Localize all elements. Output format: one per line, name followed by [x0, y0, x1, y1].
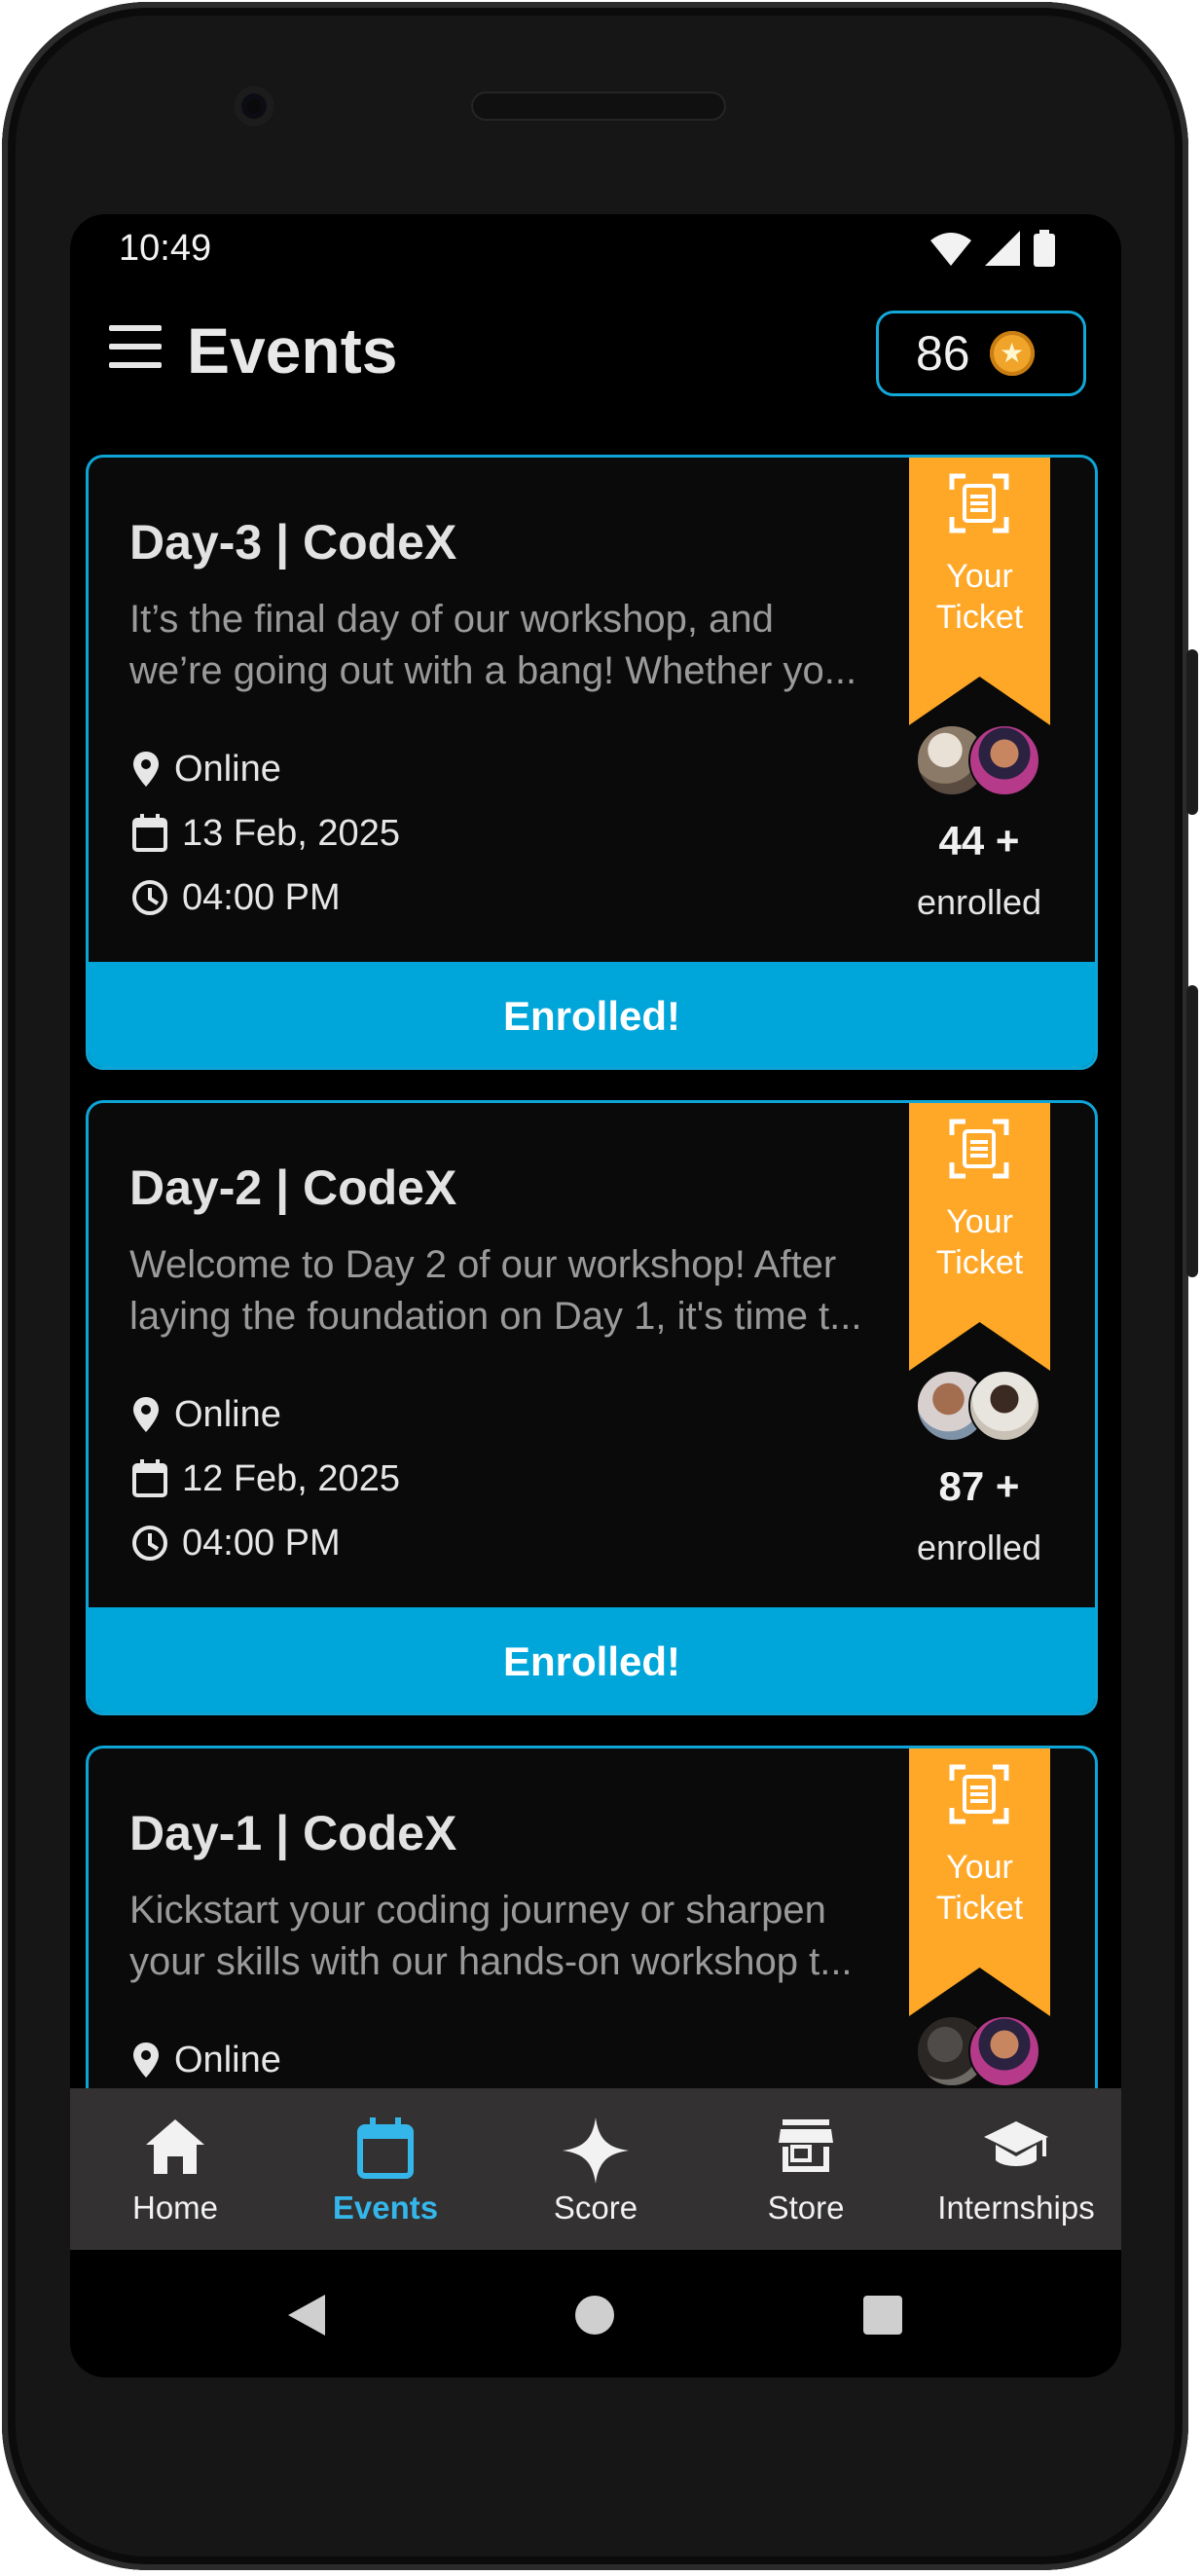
earpiece-speaker: [471, 92, 726, 121]
your-ticket-ribbon[interactable]: Your Ticket: [909, 1103, 1050, 1371]
enrolled-label: enrolled: [916, 1527, 1042, 1567]
home-circle-icon[interactable]: [574, 2295, 615, 2336]
event-date: 12 Feb, 2025: [182, 1457, 400, 1499]
event-time: 04:00 PM: [182, 1522, 341, 1564]
event-location: Online: [174, 2039, 281, 2080]
nav-events[interactable]: Events: [280, 2088, 491, 2250]
power-button: [1186, 649, 1198, 815]
app-bar: Events 86 ★: [70, 292, 1121, 409]
enrolled-button[interactable]: Enrolled!: [89, 962, 1095, 1067]
event-description-line: Kickstart your coding journey or sharpen: [129, 1889, 826, 1932]
nav-label: Home: [131, 2190, 219, 2226]
store-icon: [779, 2119, 833, 2172]
nav-internships[interactable]: Internships: [911, 2088, 1121, 2250]
event-time-row: 04:00 PM: [131, 873, 341, 922]
battery-icon: [1034, 230, 1055, 267]
event-description: It’s the final day of our workshop, and …: [129, 594, 869, 697]
avatar: [968, 2015, 1040, 2087]
event-title: Day-1 | CodeX: [129, 1806, 457, 1860]
ticket-label: Your Ticket: [935, 1849, 1024, 1927]
event-date-row: 13 Feb, 2025: [131, 809, 400, 858]
app-screen: 10:49 Events 86 ★ Day-3 | CodeX It’s the…: [70, 214, 1121, 2377]
event-title: Day-2 | CodeX: [129, 1160, 457, 1215]
nav-label: Events: [332, 2190, 439, 2226]
event-time-row: 04:00 PM: [131, 1519, 341, 1567]
nav-label: Internships: [937, 2190, 1095, 2226]
event-description-line: Welcome to Day 2 of our workshop! After: [129, 1243, 837, 1286]
event-location: Online: [174, 1393, 281, 1435]
coin-count: 86: [916, 326, 970, 381]
front-camera: [234, 86, 274, 127]
ticket-qr-icon: [949, 1119, 1009, 1179]
nav-label: Store: [767, 2190, 845, 2226]
phone-frame: 10:49 Events 86 ★ Day-3 | CodeX It’s the…: [2, 2, 1198, 2570]
enrolled-count: 44 +: [938, 818, 1020, 864]
nav-label: Score: [553, 2190, 638, 2226]
ticket-label: Your Ticket: [935, 558, 1024, 636]
calendar-icon: [357, 2117, 414, 2179]
clock-icon: [132, 1526, 167, 1561]
sparkle-icon: [563, 2117, 629, 2184]
event-location-row: Online: [131, 745, 281, 793]
event-description-line: It’s the final day of our workshop, and: [129, 598, 774, 641]
event-description-line: we’re going out with a bang! Whether yo.…: [129, 649, 857, 692]
enrolled-button[interactable]: Enrolled!: [89, 1607, 1095, 1712]
calendar-icon: [132, 1459, 167, 1497]
event-location-row: Online: [131, 1390, 281, 1439]
event-date: 13 Feb, 2025: [182, 812, 400, 854]
event-title: Day-3 | CodeX: [129, 515, 457, 570]
location-pin-icon: [133, 2042, 159, 2078]
clock-icon: [132, 880, 167, 915]
nav-home[interactable]: Home: [70, 2088, 280, 2250]
event-description-line: your skills with our hands-on workshop t…: [129, 1940, 853, 1983]
enrolled-count: 87 +: [938, 1463, 1020, 1509]
recents-square-icon[interactable]: [862, 2295, 903, 2336]
system-nav-bar: [70, 2250, 1121, 2377]
ticket-qr-icon: [949, 473, 1009, 534]
enrolled-avatars: [916, 1370, 1042, 1442]
status-bar: 10:49: [70, 214, 1121, 282]
bottom-nav: Home Events Score Store Internships: [70, 2088, 1121, 2250]
location-pin-icon: [133, 1397, 159, 1432]
location-pin-icon: [133, 752, 159, 787]
your-ticket-ribbon[interactable]: Your Ticket: [909, 458, 1050, 725]
event-description-line: laying the foundation on Day 1, it's tim…: [129, 1295, 862, 1338]
hamburger-menu-icon[interactable]: [109, 325, 162, 370]
avatar: [968, 1370, 1040, 1442]
ticket-qr-icon: [949, 1764, 1009, 1824]
nav-score[interactable]: Score: [491, 2088, 701, 2250]
coin-star-icon: ★: [989, 331, 1035, 376]
page-title: Events: [187, 314, 398, 386]
back-icon[interactable]: [288, 2295, 325, 2336]
event-time: 04:00 PM: [182, 876, 341, 918]
home-icon: [146, 2119, 204, 2174]
event-location-row: Online: [131, 2036, 281, 2084]
enrolled-avatars: [916, 2015, 1042, 2087]
graduation-cap-icon: [984, 2121, 1048, 2166]
avatar: [968, 724, 1040, 796]
event-description: Welcome to Day 2 of our workshop! After …: [129, 1239, 869, 1343]
your-ticket-ribbon[interactable]: Your Ticket: [909, 1748, 1050, 2016]
coin-balance-button[interactable]: 86 ★: [876, 311, 1086, 396]
wifi-icon: [930, 233, 971, 266]
status-time: 10:49: [119, 228, 212, 269]
cell-signal-icon: [985, 231, 1020, 266]
ticket-label: Your Ticket: [935, 1203, 1024, 1281]
volume-button: [1186, 985, 1198, 1277]
event-card-day-3[interactable]: Day-3 | CodeX It’s the final day of our …: [86, 455, 1098, 1070]
nav-store[interactable]: Store: [701, 2088, 911, 2250]
event-date-row: 12 Feb, 2025: [131, 1454, 400, 1503]
event-description: Kickstart your coding journey or sharpen…: [129, 1885, 869, 1988]
calendar-icon: [132, 814, 167, 852]
event-card-day-2[interactable]: Day-2 | CodeX Welcome to Day 2 of our wo…: [86, 1100, 1098, 1715]
enrolled-label: enrolled: [916, 882, 1042, 922]
enrolled-avatars: [916, 724, 1042, 796]
event-location: Online: [174, 748, 281, 790]
status-icons: [930, 230, 1055, 267]
